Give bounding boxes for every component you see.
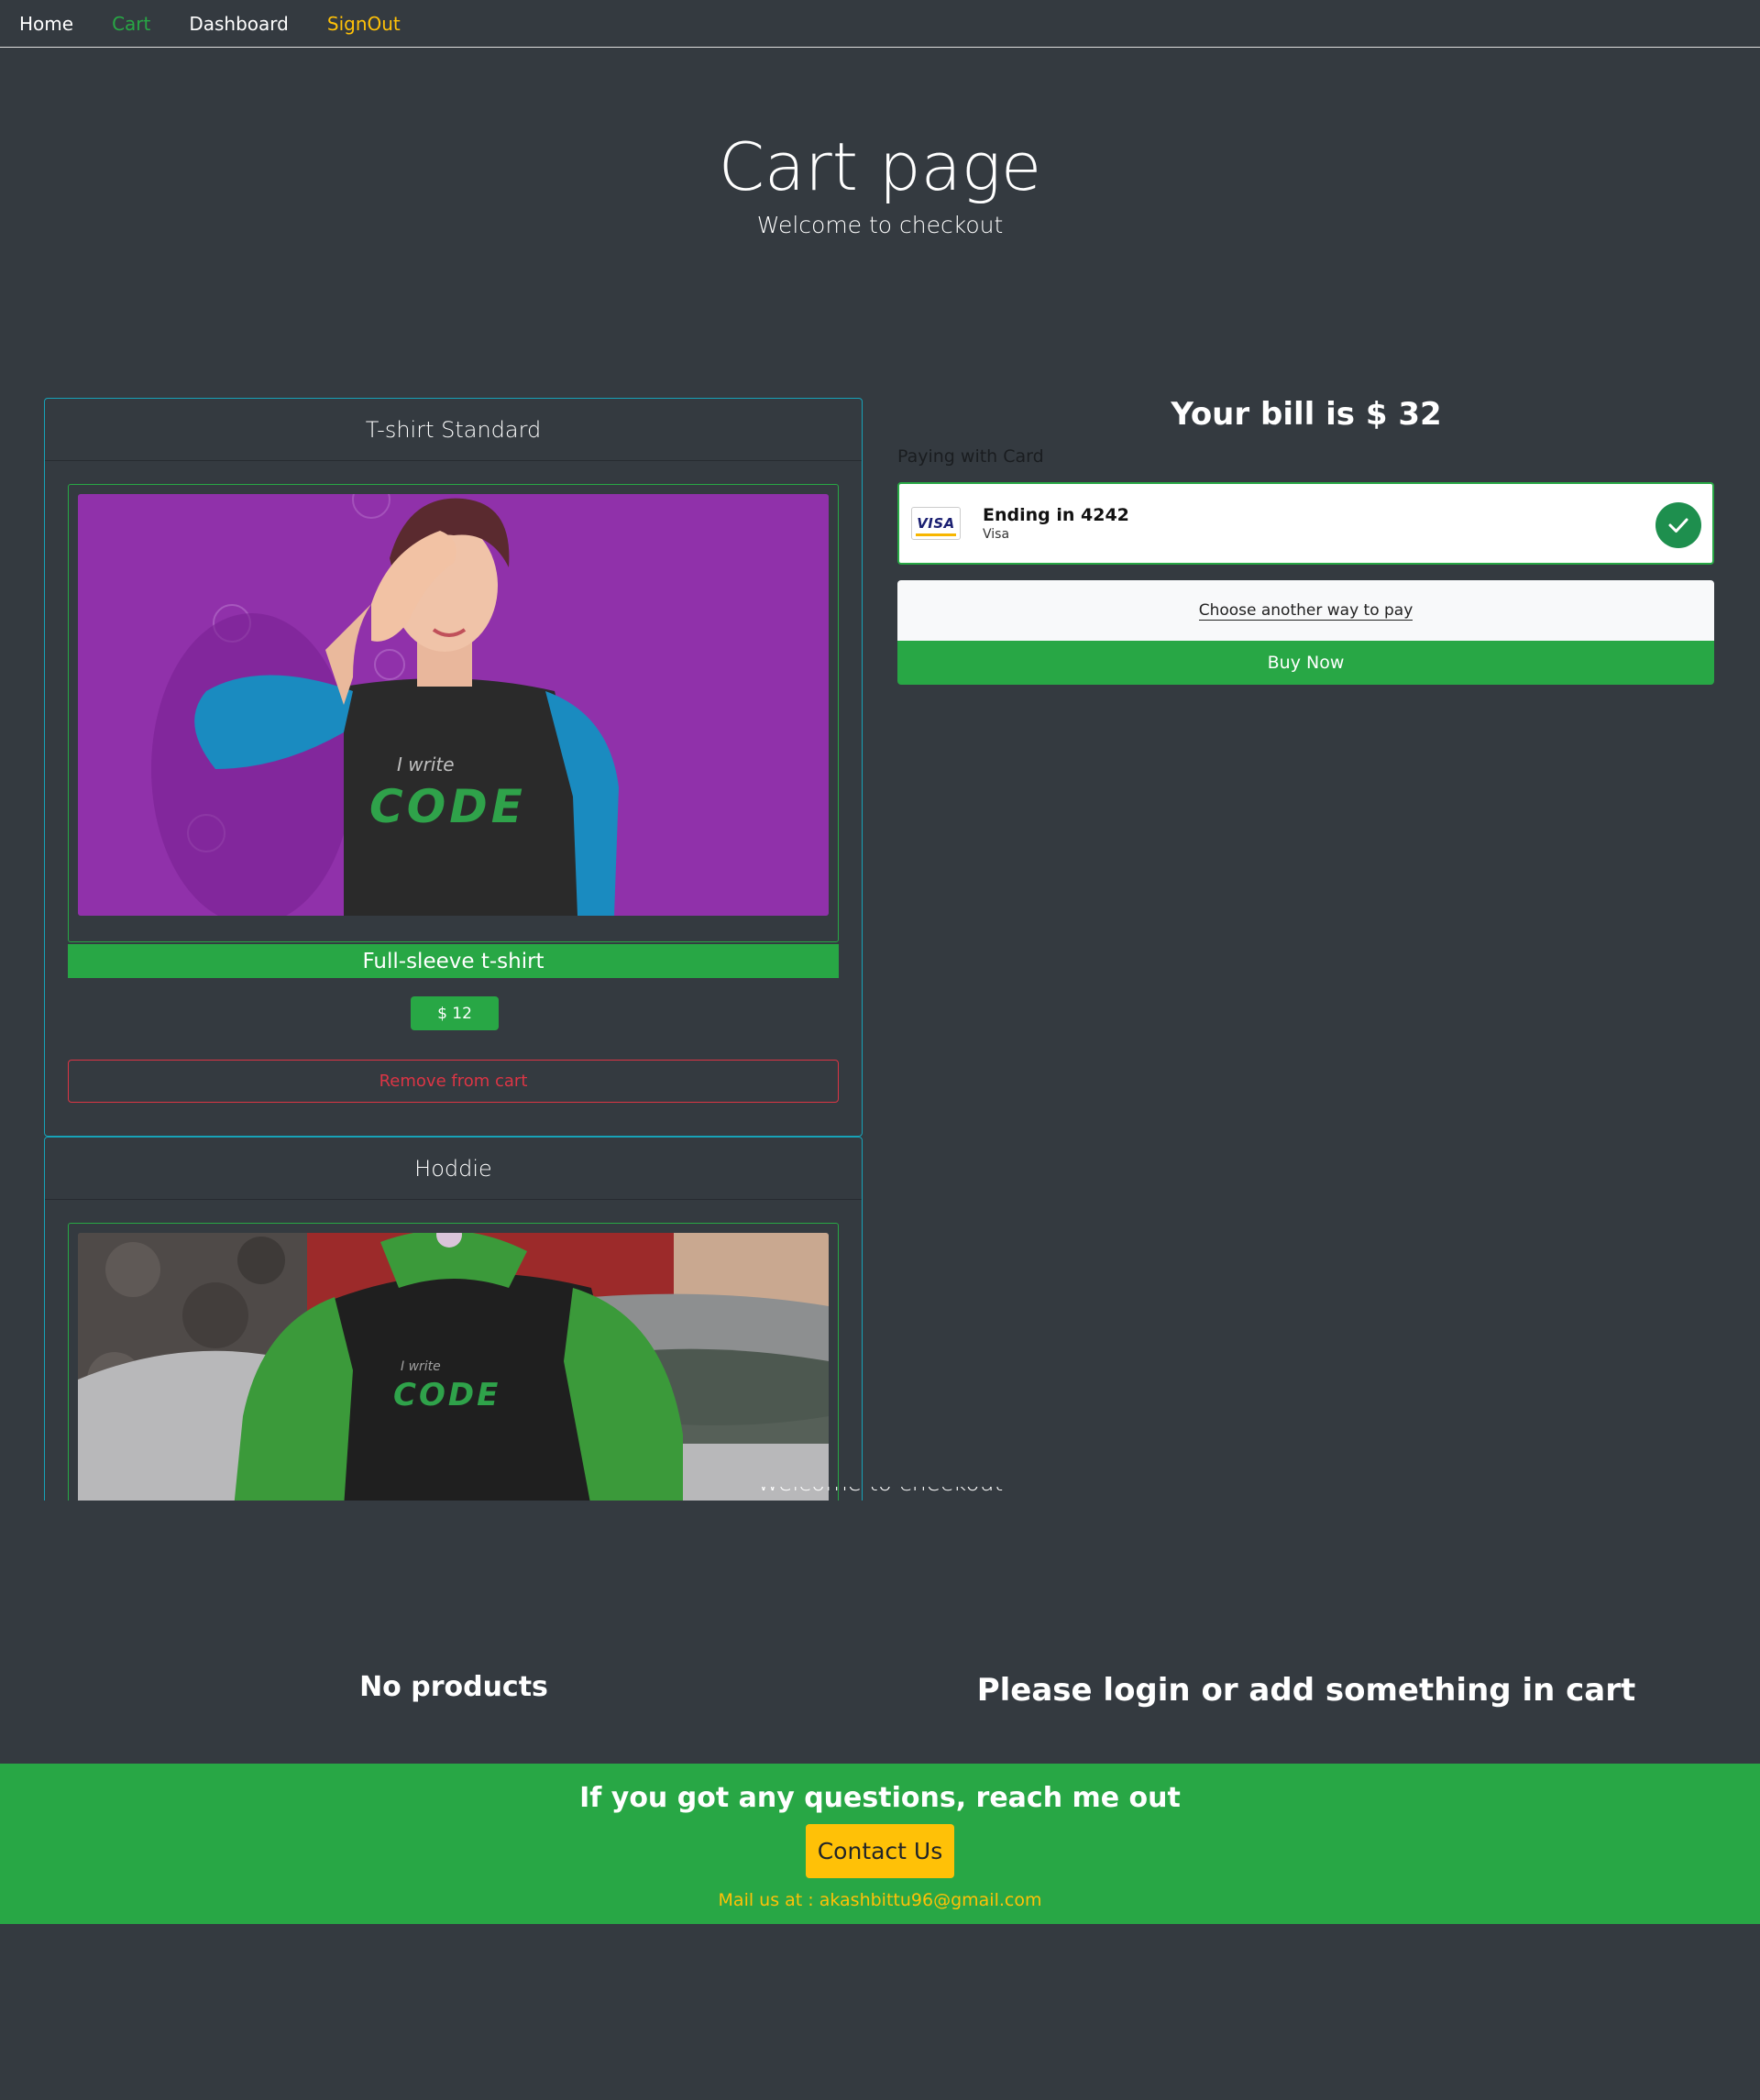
svg-text:I write: I write [397, 753, 455, 775]
svg-text:I write: I write [401, 1359, 441, 1374]
product-image: I write CODE [78, 1233, 829, 1501]
saved-card-option[interactable]: VISA Ending in 4242 Visa [897, 482, 1714, 565]
card-brand: Visa [983, 527, 1010, 542]
visa-icon: VISA [911, 507, 961, 540]
product-card-header: Hoddie [45, 1138, 862, 1200]
mail-address: Mail us at : akashbittu96@gmail.com [718, 1890, 1042, 1910]
product-card: T-shirt Standard I write CODE Full-sleev… [44, 398, 863, 1137]
product-image-frame: I write CODE [68, 1223, 839, 1501]
footer: If you got any questions, reach me out C… [0, 1764, 1760, 1924]
buy-now-button[interactable]: Buy Now [897, 641, 1714, 685]
svg-text:CODE: CODE [369, 780, 526, 833]
login-message: Please login or add something in cart [976, 1672, 1636, 1709]
price-badge: $ 12 [411, 996, 499, 1030]
product-name: Full-sleeve t-shirt [68, 944, 839, 978]
product-image-frame: I write CODE [68, 484, 839, 942]
product-card-header: T-shirt Standard [45, 399, 862, 461]
svg-text:CODE: CODE [393, 1377, 500, 1413]
paying-with-label: Paying with Card [897, 446, 1044, 467]
footer-title: If you got any questions, reach me out [579, 1782, 1181, 1814]
card-ending: Ending in 4242 [983, 505, 1129, 525]
remove-from-cart-button[interactable]: Remove from cart [68, 1060, 839, 1103]
checkmark-icon [1656, 502, 1701, 548]
bill-total: Your bill is $ 32 [1171, 396, 1442, 433]
choose-another-way-to-pay-button[interactable]: Choose another way to pay [897, 580, 1714, 641]
contact-us-button[interactable]: Contact Us [806, 1824, 954, 1878]
product-card: Hoddie I write CODE [44, 1137, 863, 1501]
overlapped-subtitle: Welcome to checkout [0, 1487, 1760, 1501]
no-products-message: No products [359, 1671, 548, 1703]
products-column: T-shirt Standard I write CODE Full-sleev… [0, 0, 880, 1501]
card-details: Ending in 4242 Visa [983, 505, 1129, 542]
product-image: I write CODE [78, 494, 829, 916]
